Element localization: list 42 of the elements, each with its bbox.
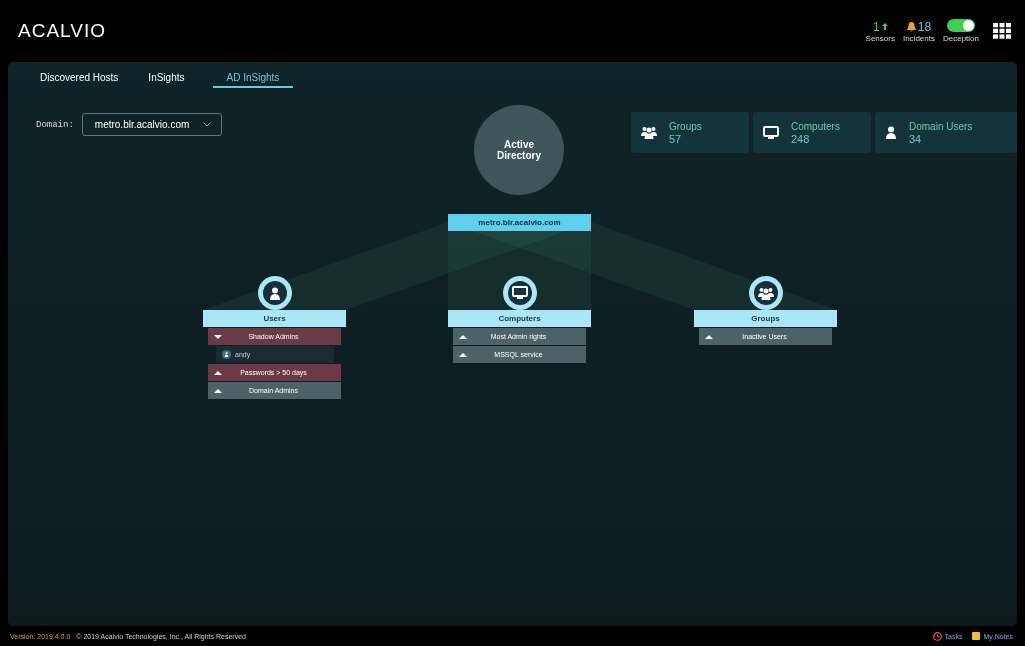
incidents-label: Incidents — [902, 33, 935, 43]
tab[interactable]: InSights — [146, 68, 187, 88]
stat-monitor-icon — [763, 125, 779, 140]
caret-icon[interactable] — [459, 334, 467, 339]
stat-value: 34 — [909, 132, 923, 145]
deception-toggle[interactable] — [947, 19, 975, 32]
stat-label: Groups — [669, 120, 702, 132]
category-node[interactable]: Users — [203, 310, 346, 327]
domain-select[interactable]: metro.blr.acalvio.com — [81, 113, 223, 136]
stat-label: Computers — [791, 120, 840, 132]
active-directory-node[interactable]: Active Directory — [474, 105, 564, 195]
caret-icon[interactable] — [214, 388, 222, 393]
sensors-count[interactable]: 1 — [872, 19, 888, 34]
stat-value: 248 — [791, 132, 811, 145]
tab[interactable]: AD InSights — [212, 68, 294, 88]
logo: ACALVIO — [18, 20, 106, 42]
domain-label: Domain: — [36, 119, 74, 130]
caret-icon[interactable] — [459, 352, 467, 357]
chevron-down-icon — [203, 122, 212, 127]
badge-group-icon — [757, 286, 774, 300]
category-node[interactable]: Computers — [448, 310, 591, 327]
stat-group-icon — [641, 126, 657, 139]
badge-person-icon — [268, 286, 281, 300]
tab[interactable]: Discovered Hosts — [38, 68, 121, 88]
apps-grid-icon[interactable] — [993, 23, 1011, 39]
note-icon — [972, 632, 981, 640]
bell-icon — [906, 21, 916, 32]
caret-icon[interactable] — [705, 334, 713, 339]
sensors-label: Sensors — [865, 33, 895, 43]
domain-node[interactable]: metro.blr.acalvio.com — [448, 214, 591, 231]
stat-value: 57 — [669, 132, 683, 145]
category-node[interactable]: Groups — [694, 310, 837, 327]
badge-monitor-icon — [511, 286, 528, 300]
clock-icon — [932, 631, 942, 641]
incidents-count[interactable]: 18 — [906, 19, 932, 34]
arrow-up-icon — [881, 23, 888, 30]
caret-icon[interactable] — [214, 334, 222, 339]
caret-icon[interactable] — [214, 370, 222, 375]
deception-label: Deception — [942, 34, 979, 43]
stat-person-icon — [885, 126, 897, 139]
person-icon — [222, 350, 231, 359]
stat-label: Domain Users — [909, 120, 973, 132]
